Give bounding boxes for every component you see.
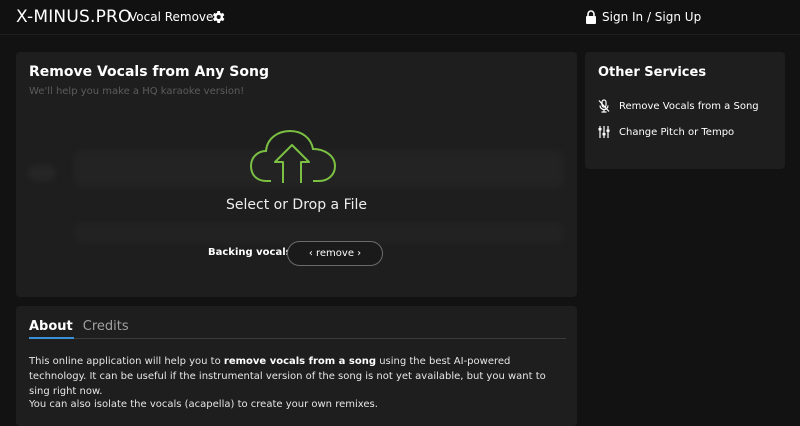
page-subtitle: We'll help you make a HQ karaoke version… xyxy=(29,86,245,97)
upload-panel: Remove Vocals from Any Song We'll help y… xyxy=(16,52,577,297)
page-title: Remove Vocals from Any Song xyxy=(29,64,269,80)
nav-vocal-remover[interactable]: Vocal Remover xyxy=(129,10,218,24)
about-paragraph: You can also isolate the vocals (acapell… xyxy=(29,399,378,410)
about-tabs: About Credits xyxy=(29,319,139,338)
signin-label: Sign In / Sign Up xyxy=(602,10,702,24)
service-label: Remove Vocals from a Song xyxy=(619,100,759,112)
blurred-background xyxy=(28,165,56,181)
mic-off-icon xyxy=(598,99,610,113)
lock-icon xyxy=(586,10,596,24)
about-paragraph: This online application will help you to… xyxy=(29,356,546,397)
gear-icon[interactable] xyxy=(210,9,226,25)
backing-vocals-toggle[interactable]: ‹ remove › xyxy=(287,241,383,266)
about-panel: About Credits This online application wi… xyxy=(16,306,577,426)
tab-credits[interactable]: Credits xyxy=(83,319,129,338)
drop-file-label[interactable]: Select or Drop a File xyxy=(16,197,577,213)
service-change-pitch[interactable]: Change Pitch or Tempo xyxy=(597,125,734,139)
top-bar: X-MINUS.PRO Vocal Remover Sign In / Sign… xyxy=(0,0,800,35)
service-label: Change Pitch or Tempo xyxy=(619,126,735,138)
backing-vocals-label: Backing vocals xyxy=(208,247,292,258)
services-title: Other Services xyxy=(598,65,707,80)
service-remove-vocals[interactable]: Remove Vocals from a Song xyxy=(597,99,759,113)
active-tab-indicator xyxy=(29,337,74,339)
cloud-upload-icon[interactable] xyxy=(249,128,337,184)
tab-about[interactable]: About xyxy=(29,319,73,338)
brand-logo[interactable]: X-MINUS.PRO xyxy=(16,7,132,27)
other-services-panel: Other Services Remove Vocals from a Song… xyxy=(585,52,785,169)
tab-divider xyxy=(29,338,566,339)
signin-link[interactable]: Sign In / Sign Up xyxy=(585,9,701,25)
sliders-icon xyxy=(598,126,610,138)
